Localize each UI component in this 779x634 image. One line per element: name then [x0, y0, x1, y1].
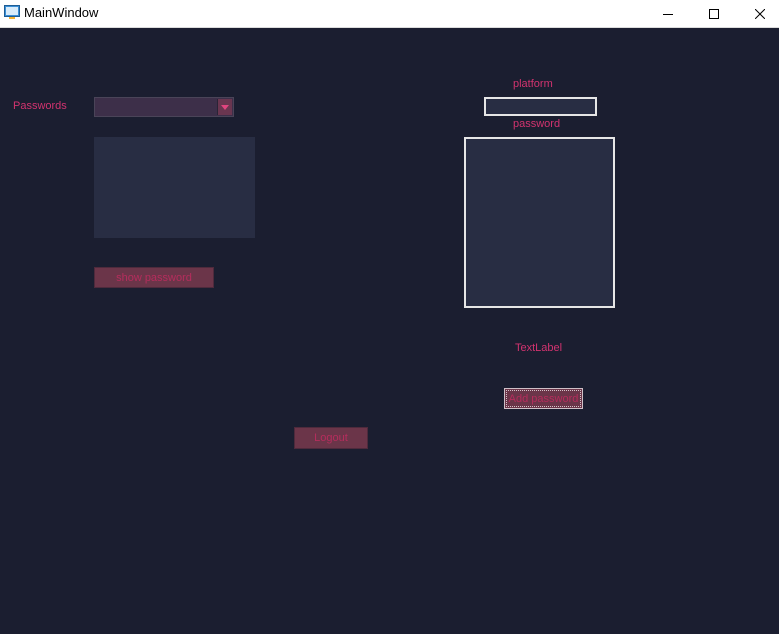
chevron-down-icon[interactable] — [217, 99, 232, 115]
maximize-button[interactable] — [691, 0, 737, 27]
minimize-icon — [663, 13, 673, 15]
password-input-area[interactable] — [464, 137, 615, 308]
passwords-combobox[interactable] — [94, 97, 234, 117]
password-display-area[interactable] — [94, 137, 255, 238]
main-client-area: Passwords show password platform passwor… — [0, 28, 779, 634]
add-password-button[interactable]: Add password — [504, 388, 583, 409]
platform-input[interactable] — [484, 97, 597, 116]
window-title: MainWindow — [24, 5, 99, 20]
passwords-label: Passwords — [13, 100, 67, 112]
title-bar: MainWindow — [0, 0, 779, 28]
platform-label: platform — [513, 78, 553, 90]
logout-button[interactable]: Logout — [294, 427, 368, 449]
minimize-button[interactable] — [645, 0, 691, 27]
text-label: TextLabel — [515, 342, 563, 354]
password-label: password — [513, 118, 561, 130]
show-password-button[interactable]: show password — [94, 267, 214, 288]
close-button[interactable] — [737, 0, 779, 27]
app-window-icon — [4, 5, 20, 20]
close-icon — [755, 8, 765, 19]
maximize-icon — [709, 8, 719, 19]
